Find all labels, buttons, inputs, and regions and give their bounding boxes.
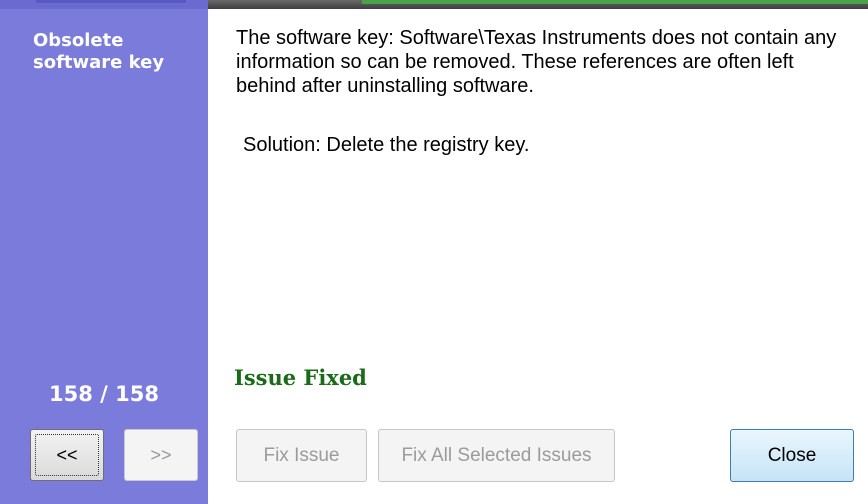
issue-type-title: Obsolete software key bbox=[33, 30, 165, 73]
sidebar-top-strip bbox=[0, 0, 208, 9]
issue-sidebar: Obsolete software key 158 / 158 << >> bbox=[0, 0, 208, 504]
next-label: >> bbox=[150, 444, 172, 465]
issue-solution: Solution: Delete the registry key. bbox=[243, 134, 530, 156]
focus-ring bbox=[35, 434, 99, 476]
fix-all-selected-button[interactable]: Fix All Selected Issues bbox=[378, 429, 615, 482]
close-button[interactable]: Close bbox=[730, 429, 854, 482]
fix-issue-label: Fix Issue bbox=[263, 444, 340, 466]
progress-strip bbox=[362, 0, 868, 4]
fix-issue-button[interactable]: Fix Issue bbox=[236, 429, 367, 482]
next-issue-button[interactable]: >> bbox=[124, 429, 198, 481]
fix-all-label: Fix All Selected Issues bbox=[401, 444, 592, 466]
issue-status: Issue Fixed bbox=[234, 365, 367, 390]
issue-counter: 158 / 158 bbox=[49, 382, 159, 406]
issue-description: The software key: Software\Texas Instrum… bbox=[236, 27, 837, 97]
previous-issue-button[interactable]: << bbox=[30, 429, 104, 481]
close-label: Close bbox=[767, 444, 817, 466]
